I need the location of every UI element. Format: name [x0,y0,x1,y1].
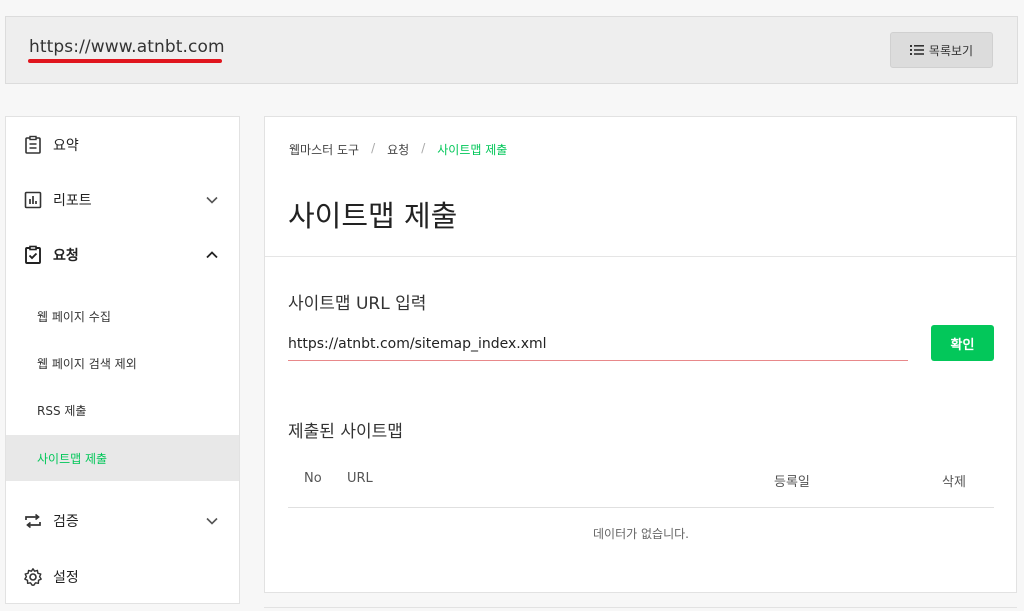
sidebar-item-label: 검증 [53,514,79,530]
breadcrumb-item-current: 사이트맵 제출 [437,143,508,157]
sitemap-url-section-title: 사이트맵 URL 입력 [288,294,427,314]
checked-clipboard-icon [25,245,41,264]
url-red-underline [28,59,222,63]
header-divider [265,256,1016,257]
main-panel: 웹마스터 도구 / 요청 / 사이트맵 제출 사이트맵 제출 사이트맵 URL … [264,116,1017,593]
page-title: 사이트맵 제출 [288,199,458,233]
sidebar-item-summary[interactable]: 요약 [6,125,239,165]
sidebar-item-label: 설정 [53,570,79,586]
sitemap-url-input[interactable] [288,327,908,361]
sidebar-item-label: 요청 [53,248,79,264]
sidebar-subitem-page-collect[interactable]: 웹 페이지 수집 [6,293,239,339]
gear-icon [24,568,42,586]
table-header: No URL 등록일 삭제 [288,462,994,508]
column-header-no: No [304,471,322,486]
breadcrumb-item-request[interactable]: 요청 [387,141,409,158]
sidebar-subitem-label: RSS 제출 [37,403,87,418]
submitted-sitemaps-title: 제출된 사이트맵 [288,422,403,442]
sidebar-subitem-label: 웹 페이지 검색 제외 [37,356,137,371]
sidebar-subitem-page-exclude[interactable]: 웹 페이지 검색 제외 [6,340,239,386]
column-header-url: URL [347,471,373,486]
sidebar-item-report[interactable]: 리포트 [6,180,239,220]
clipboard-icon [25,135,41,154]
list-view-label: 목록보기 [928,43,974,58]
sidebar-subitem-sitemap[interactable]: 사이트맵 제출 [6,435,239,481]
sidebar-item-label: 리포트 [53,193,92,209]
breadcrumb-item-webmaster[interactable]: 웹마스터 도구 [289,141,359,158]
bar-chart-icon [24,191,42,209]
chevron-up-icon [206,251,218,259]
site-url: https://www.atnbt.com [29,37,225,57]
chevron-down-icon [206,196,218,204]
column-header-date: 등록일 [774,475,810,490]
column-header-delete: 삭제 [942,475,966,490]
breadcrumb-separator: / [371,141,376,155]
list-icon [909,45,924,55]
sidebar-item-request[interactable]: 요청 [6,235,239,275]
site-header-bar: https://www.atnbt.com 목록보기 [5,16,1018,84]
sidebar-item-verify[interactable]: 검증 [6,501,239,541]
sidebar: 요약 리포트 요청 웹 페이지 수집 웹 페이지 검색 제외 RSS 제출 사이… [5,116,240,604]
breadcrumb: 웹마스터 도구 / 요청 / 사이트맵 제출 [289,141,507,158]
chevron-down-icon [206,517,218,525]
lower-panel-edge [264,607,1017,608]
confirm-button[interactable]: 확인 [931,325,994,361]
table-empty-message: 데이터가 없습니다. [593,527,689,541]
sidebar-subitem-label: 웹 페이지 수집 [37,309,111,324]
list-view-button[interactable]: 목록보기 [890,32,993,68]
sidebar-subitem-rss[interactable]: RSS 제출 [6,387,239,433]
sidebar-item-settings[interactable]: 설정 [6,557,239,597]
sidebar-subitem-label: 사이트맵 제출 [37,451,108,466]
repeat-icon [25,513,41,529]
sidebar-item-label: 요약 [53,138,79,154]
breadcrumb-separator: / [421,141,426,155]
